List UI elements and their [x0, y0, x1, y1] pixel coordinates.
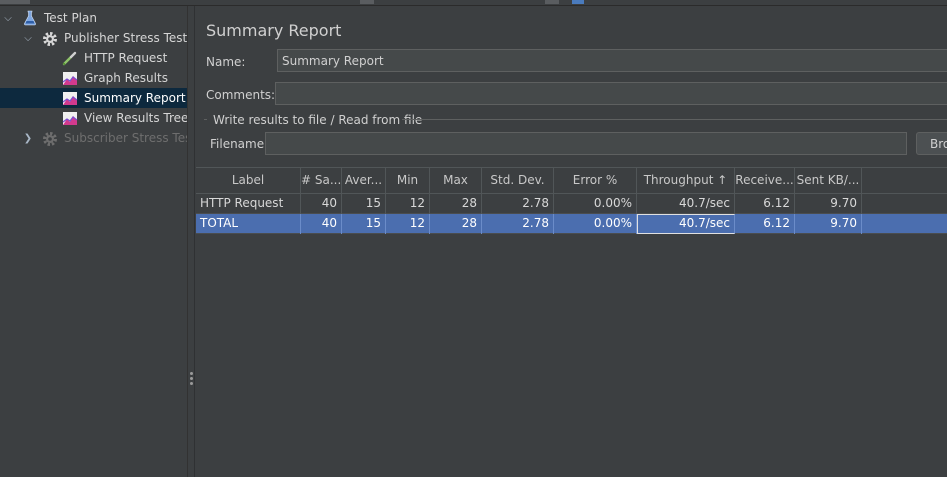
- cell-max: 28: [430, 214, 482, 234]
- column-header-received[interactable]: Receive...: [735, 168, 795, 194]
- name-label: Name:: [206, 55, 246, 69]
- name-field[interactable]: Summary Report: [277, 49, 947, 72]
- tree-item-label: View Results Tree: [84, 111, 187, 125]
- tree-item-subscriber-stress-testing[interactable]: ❯ Subscriber Stress Testing: [0, 128, 187, 148]
- chevron-down-icon[interactable]: ⌵: [22, 28, 34, 48]
- chart-icon: [62, 90, 78, 106]
- comments-field[interactable]: [275, 82, 947, 105]
- toolbar-segment: [545, 0, 559, 4]
- tree-item-label: Summary Report: [84, 91, 186, 105]
- summary-report-panel: Summary Report Name: Summary Report Comm…: [196, 6, 947, 477]
- cell-max: 28: [430, 194, 482, 214]
- chart-icon: [62, 70, 78, 86]
- tree-item-http-request[interactable]: HTTP Request: [0, 48, 187, 68]
- cell-throughput-focused[interactable]: 40.7/sec: [637, 214, 735, 234]
- tree-item-test-plan[interactable]: ⌵ Test Plan: [0, 8, 187, 28]
- tree-item-label: Subscriber Stress Testing: [64, 131, 187, 145]
- tree-item-label: Graph Results: [84, 71, 168, 85]
- cell-received: 6.12: [735, 214, 795, 234]
- column-header-std-dev[interactable]: Std. Dev.: [482, 168, 554, 194]
- toolbar-segment: [572, 0, 584, 4]
- cell-label: TOTAL: [196, 214, 301, 234]
- cell-min: 12: [386, 194, 430, 214]
- group-border: [204, 119, 207, 120]
- chart-icon: [62, 110, 78, 126]
- table-header: Label # Sa... Aver... Min Max Std. Dev. …: [196, 168, 947, 194]
- chevron-down-icon[interactable]: ⌵: [2, 8, 14, 28]
- browse-button[interactable]: Browse...: [916, 132, 947, 155]
- cell-std-dev: 2.78: [482, 214, 554, 234]
- cell-label: HTTP Request: [196, 194, 301, 214]
- tree-item-summary-report[interactable]: Summary Report: [0, 88, 187, 108]
- tree-item-publisher-stress-testing[interactable]: ⌵ Publisher Stress Testing: [0, 28, 187, 48]
- cell-min: 12: [386, 214, 430, 234]
- cell-sent: 9.70: [795, 194, 862, 214]
- cell-std-dev: 2.78: [482, 194, 554, 214]
- cell-samples: 40: [301, 194, 342, 214]
- toolbar-segment: [360, 0, 374, 4]
- cell-sent: 9.70: [795, 214, 862, 234]
- cell-error: 0.00%: [554, 214, 637, 234]
- drag-handle-icon[interactable]: [190, 372, 193, 387]
- comments-label: Comments:: [206, 88, 276, 102]
- tree-item-label: Test Plan: [44, 11, 97, 25]
- cell-throughput: 40.7/sec: [637, 194, 735, 214]
- column-header-average[interactable]: Aver...: [342, 168, 386, 194]
- chevron-right-icon[interactable]: ❯: [22, 128, 34, 148]
- column-header-throughput[interactable]: Throughput ↑: [637, 168, 735, 194]
- column-header-samples[interactable]: # Sa...: [301, 168, 342, 194]
- test-plan-tree: ⌵ Test Plan ⌵ Publisher Stress Testing H…: [0, 6, 187, 477]
- column-header-label[interactable]: Label: [196, 168, 301, 194]
- tree-item-label: HTTP Request: [84, 51, 168, 65]
- tree-item-label: Publisher Stress Testing: [64, 31, 187, 45]
- cell-received: 6.12: [735, 194, 795, 214]
- cell-samples: 40: [301, 214, 342, 234]
- table-row-selected[interactable]: TOTAL 40 15 12 28 2.78 0.00% 40.7/sec 6.…: [196, 214, 947, 234]
- group-border: [402, 119, 947, 120]
- panel-splitter[interactable]: [187, 6, 195, 477]
- cell-error: 0.00%: [554, 194, 637, 214]
- tree-item-view-results-tree[interactable]: View Results Tree: [0, 108, 187, 128]
- column-header-min[interactable]: Min: [386, 168, 430, 194]
- results-table: Label # Sa... Aver... Min Max Std. Dev. …: [196, 167, 947, 477]
- tree-item-graph-results[interactable]: Graph Results: [0, 68, 187, 88]
- gear-icon: [41, 30, 57, 46]
- cell-average: 15: [342, 194, 386, 214]
- gear-icon: [41, 130, 57, 146]
- filename-field[interactable]: [265, 132, 907, 155]
- toolbar-segment: [0, 0, 30, 4]
- cell-average: 15: [342, 214, 386, 234]
- flask-icon: [22, 10, 38, 26]
- column-header-max[interactable]: Max: [430, 168, 482, 194]
- pipette-icon: [62, 50, 78, 66]
- file-group-label: Write results to file / Read from file: [213, 113, 423, 127]
- page-title: Summary Report: [206, 21, 342, 40]
- table-row[interactable]: HTTP Request 40 15 12 28 2.78 0.00% 40.7…: [196, 194, 947, 214]
- column-header-sent[interactable]: Sent KB/...: [795, 168, 862, 194]
- column-header-error[interactable]: Error %: [554, 168, 637, 194]
- filename-label: Filename: [210, 137, 265, 151]
